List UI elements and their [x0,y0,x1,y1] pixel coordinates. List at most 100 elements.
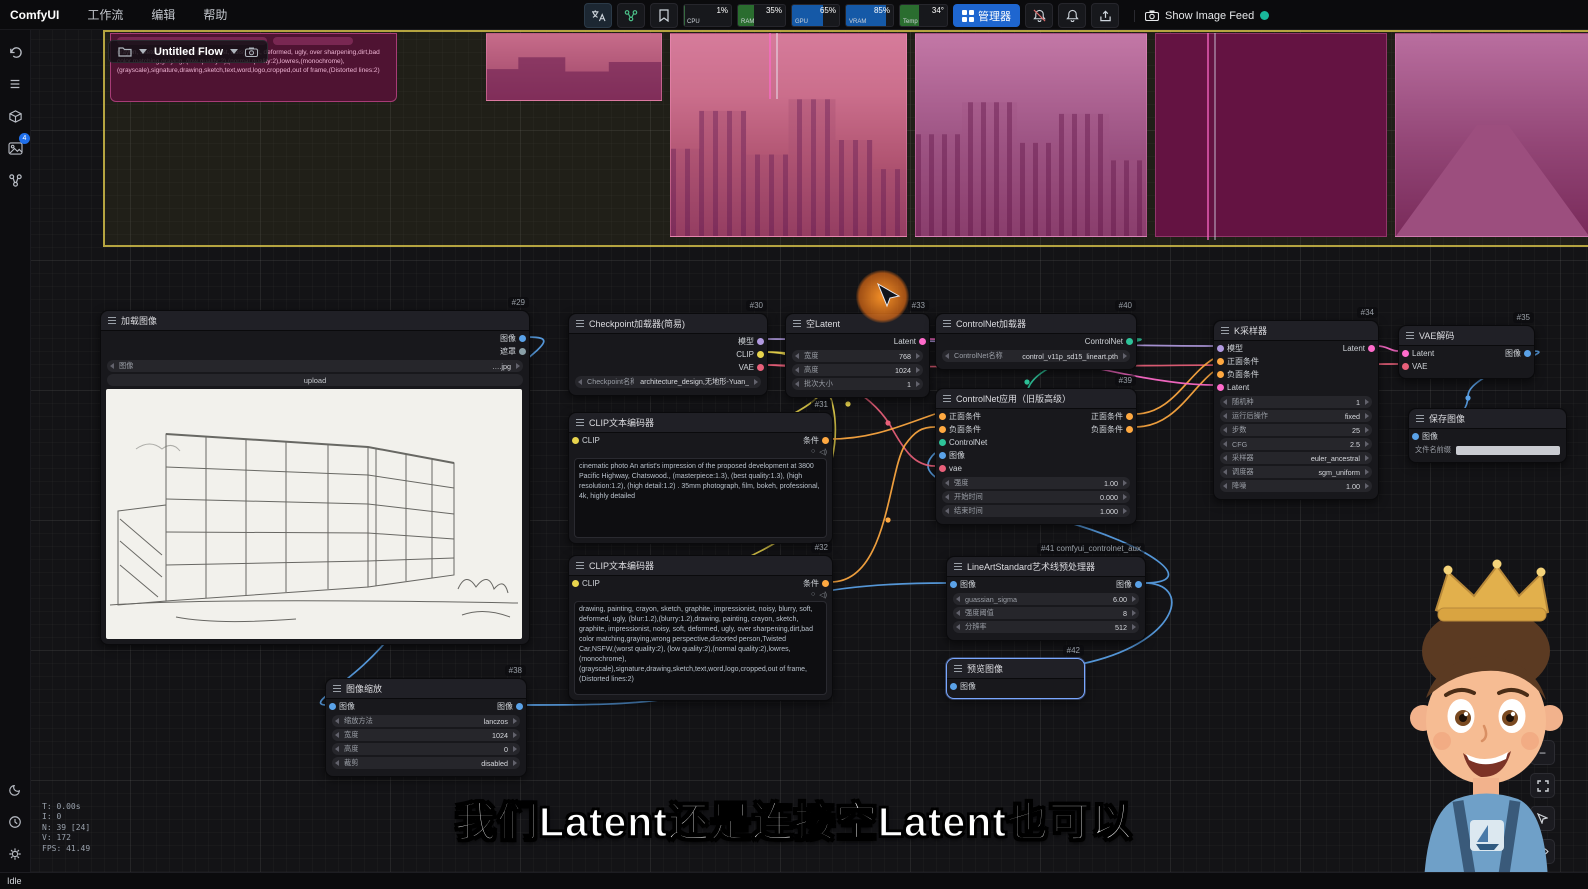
resolution-widget[interactable]: 分辨率512 [953,621,1139,633]
menu-icon[interactable] [954,566,962,567]
app-logo[interactable]: ComfyUI [0,8,73,22]
node-load-image[interactable]: #29 加载图像 图像 遮罩 图像….jpg upload [100,310,530,645]
node-header[interactable]: ControlNet应用（旧版高级） [936,389,1136,409]
node-preview-image[interactable]: #42 预览图像 图像 [946,658,1085,699]
node-header[interactable]: 图像缩放 [326,679,526,699]
output-mask[interactable]: 遮罩 [500,346,526,357]
node-header[interactable]: CLIP文本编码器 [569,556,832,576]
input-vae[interactable]: VAE [1402,362,1427,371]
input-image[interactable]: 图像 [329,701,355,712]
node-lineart-preprocessor[interactable]: #41 comfyui_controlnet_aux LineArtStanda… [946,556,1146,641]
vae-port-dot[interactable] [939,465,946,472]
mask-port-dot[interactable] [519,348,526,355]
width-widget[interactable]: 宽度1024 [332,729,520,741]
node-header[interactable]: 预览图像 [947,659,1084,679]
output-image[interactable]: 图像 [1505,348,1531,359]
node-header[interactable]: K采样器 [1214,321,1378,341]
conditioning-port-dot[interactable] [939,413,946,420]
image-port-dot[interactable] [1135,581,1142,588]
sampler-widget[interactable]: 采样器euler_ancestral [1220,452,1372,464]
circle-toggle-icon[interactable]: ○ [811,591,815,598]
model-port-dot[interactable] [1217,345,1224,352]
workflow-tab[interactable]: Untitled Flow [108,40,268,63]
node-empty-latent[interactable]: #33 空Latent Latent 宽度768 高度1024 批次大小1 [785,313,930,398]
node-header[interactable]: VAE解码 [1399,326,1534,346]
ckpt-name-widget[interactable]: Checkpoint名称architecture_design,无地形-Yuan… [575,376,761,388]
latent-port-dot[interactable] [919,338,926,345]
translate-button[interactable] [584,3,612,28]
output-positive[interactable]: 正面条件 [1091,411,1133,422]
input-latent[interactable]: Latent [1217,383,1249,392]
share-icon[interactable] [1091,3,1119,28]
node-save-image[interactable]: 保存图像 图像 文件名前缀 [1408,408,1567,463]
output-conditioning[interactable]: 条件 [803,435,829,446]
node-vae-decode[interactable]: #35 VAE解码 Latent 图像 VAE [1398,325,1535,379]
intensity-threshold-widget[interactable]: 强度阈值8 [953,607,1139,619]
image-port-dot[interactable] [329,703,336,710]
vae-port-dot[interactable] [757,364,764,371]
upscale-method-widget[interactable]: 缩放方法lanczos [332,715,520,727]
input-image[interactable]: 图像 [1412,431,1438,442]
conditioning-port-dot[interactable] [1126,413,1133,420]
node-clip-encode-positive[interactable]: #31 CLIP文本编码器 CLIP 条件 ○◁) cinematic phot… [568,412,833,544]
menu-icon[interactable] [576,565,584,566]
input-image[interactable]: 图像 [950,681,976,692]
menu-icon[interactable] [1416,418,1424,419]
node-clip-encode-negative[interactable]: #32 CLIP文本编码器 CLIP 条件 ○◁) drawing, paint… [568,555,833,701]
camera-icon[interactable] [245,47,258,57]
scheduler-widget[interactable]: 调度器sgm_uniform [1220,466,1372,478]
show-image-feed-toggle[interactable]: Show Image Feed [1134,10,1269,22]
menu-icon[interactable] [333,688,341,689]
output-image[interactable]: 图像 [497,701,523,712]
conditioning-port-dot[interactable] [822,580,829,587]
speaker-icon[interactable]: ◁) [819,448,827,456]
node-header[interactable]: CLIP文本编码器 [569,413,832,433]
image-port-dot[interactable] [950,581,957,588]
image-port-dot[interactable] [516,703,523,710]
input-image[interactable]: 图像 [939,450,965,461]
output-clip[interactable]: CLIP [736,350,764,359]
strength-widget[interactable]: 强度1.00 [942,477,1130,489]
node-image-scale[interactable]: #38 图像缩放 图像 图像 缩放方法lanczos 宽度1024 高度0 裁剪… [325,678,527,777]
menu-icon[interactable] [1221,330,1229,331]
clip-port-dot[interactable] [572,437,579,444]
start-percent-widget[interactable]: 开始时间0.000 [942,491,1130,503]
circle-toggle-icon[interactable]: ○ [811,448,815,455]
input-negative[interactable]: 负面条件 [1217,369,1259,380]
conditioning-port-dot[interactable] [939,426,946,433]
menu-help[interactable]: 帮助 [189,6,241,23]
node-header[interactable]: Checkpoint加载器(简易) [569,314,767,334]
width-widget[interactable]: 宽度768 [792,350,923,362]
menu-icon[interactable] [576,323,584,324]
clip-port-dot[interactable] [757,351,764,358]
image-port-dot[interactable] [950,683,957,690]
image-port-dot[interactable] [1524,350,1531,357]
history-clock-icon[interactable] [2,809,28,835]
menu-edit[interactable]: 编辑 [137,6,189,23]
bookmark-button[interactable] [650,3,678,28]
seed-widget[interactable]: 随机种1 [1220,396,1372,408]
height-widget[interactable]: 高度0 [332,743,520,755]
prompt-textarea[interactable]: cinematic photo An artist's impression o… [574,458,827,538]
chevron-down-icon[interactable] [230,49,238,54]
node-header[interactable]: ControlNet加载器 [936,314,1136,334]
vae-port-dot[interactable] [1402,363,1409,370]
height-widget[interactable]: 高度1024 [792,364,923,376]
input-positive[interactable]: 正面条件 [1217,356,1259,367]
input-clip[interactable]: CLIP [572,436,600,445]
menu-workflow[interactable]: 工作流 [73,6,137,23]
history-undo-icon[interactable] [2,39,28,65]
manager-button[interactable]: 管理器 [953,4,1020,27]
image-select-widget[interactable]: 图像….jpg [107,360,523,372]
output-vae[interactable]: VAE [739,363,764,372]
node-ksampler[interactable]: #34 K采样器 模型 Latent 正面条件 负面条件 Latent 随机种1… [1213,320,1379,500]
denoise-widget[interactable]: 降噪1.00 [1220,480,1372,492]
conditioning-port-dot[interactable] [1126,426,1133,433]
steps-widget[interactable]: 步数25 [1220,424,1372,436]
clip-port-dot[interactable] [572,580,579,587]
output-negative[interactable]: 负面条件 [1091,424,1133,435]
conditioning-port-dot[interactable] [822,437,829,444]
theme-moon-icon[interactable] [2,777,28,803]
output-controlnet[interactable]: ControlNet [1085,337,1133,346]
model-port-dot[interactable] [757,338,764,345]
